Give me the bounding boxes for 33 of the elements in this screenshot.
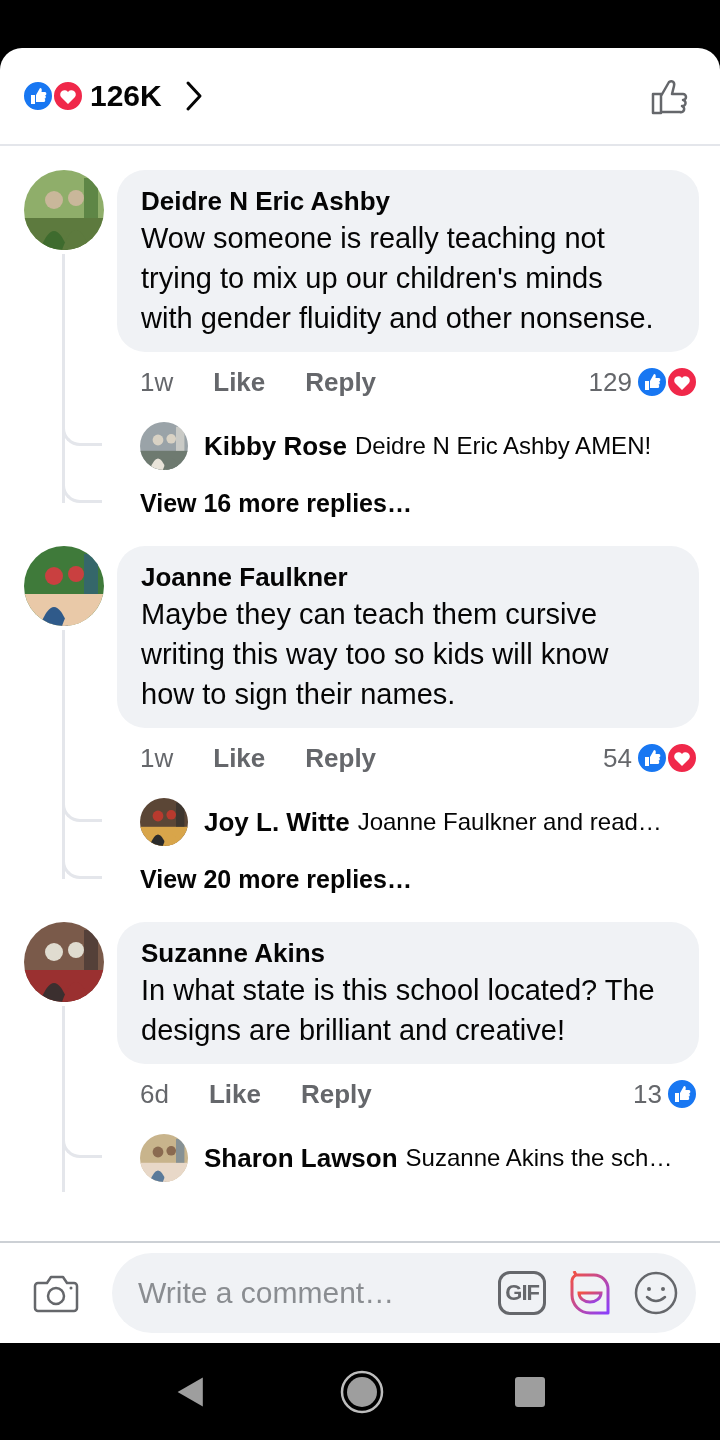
comment-field[interactable]: Write a comment… GIF [112,1253,696,1333]
action-link[interactable]: Like [213,742,266,774]
home-icon[interactable] [340,1369,384,1414]
timestamp: 6d [140,1078,169,1110]
author-name[interactable]: Joy L. Witte [204,806,350,838]
author-name[interactable]: Sharon Lawson [204,1142,398,1174]
action-link[interactable]: Reply [300,1078,372,1110]
overview-icon[interactable] [514,1375,546,1408]
reaction-count[interactable]: 13 [633,1078,662,1110]
timestamp: 1w [140,366,174,398]
view-replies-link[interactable]: View 20 more replies… [140,864,412,894]
sticker-icon[interactable] [568,1271,612,1315]
emoji-icon[interactable] [634,1271,678,1315]
action-link[interactable]: Like [208,1078,261,1110]
view-replies-link[interactable]: View 16 more replies… [140,488,412,518]
comment-text: Wow someone is really teaching not trying to mix up our children's minds with gender fluidity and other nonsense. [141,221,655,336]
reaction-count[interactable]: 126K [90,79,162,113]
timestamp: 1w [140,742,174,774]
reply-text: Suzanne Akins the sch… [405,1144,673,1172]
author-name[interactable]: Joanne Faulkner [141,560,679,594]
reply-text: Deidre N Eric Ashby AMEN! [355,432,652,460]
reply-text: Joanne Faulkner and read… [357,808,662,836]
gif-button[interactable]: GIF [498,1271,546,1315]
author-name[interactable]: Suzanne Akins [141,936,679,970]
comment-text: Maybe they can teach them cursive writing this way too so kids will know how to sign their names. [141,597,610,712]
action-link[interactable]: Reply [305,366,377,398]
comment-text: In what state is this school located? The designs are brilliant and creative! [141,973,656,1048]
reaction-count[interactable]: 54 [603,742,632,774]
action-link[interactable]: Reply [305,742,377,774]
author-name[interactable]: Deidre N Eric Ashby [141,184,679,218]
author-name[interactable]: Kibby Rose [204,430,348,462]
reaction-count[interactable]: 129 [588,366,632,398]
action-link[interactable]: Like [213,366,266,398]
